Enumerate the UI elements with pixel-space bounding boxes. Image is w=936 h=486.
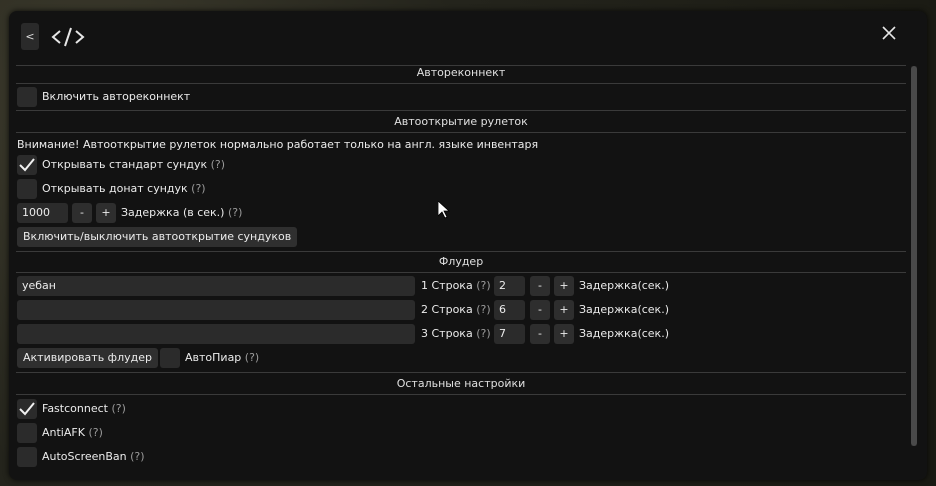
section-header-roulette: Автооткрытие рулеток xyxy=(394,115,528,128)
separator xyxy=(16,372,906,373)
toggle-autoopen-button[interactable]: Включить/выключить автооткрытие сундуков xyxy=(17,227,298,247)
separator xyxy=(16,394,906,395)
separator xyxy=(16,132,906,133)
flooder-delay-label: Задержка(сек.) xyxy=(579,279,669,292)
scrollbar-thumb[interactable] xyxy=(911,66,917,446)
flooder-row-label: 2 Строка xyxy=(421,303,473,316)
roulette-delay-input[interactable]: 1000 xyxy=(17,203,68,223)
roulette-delay-label-row: Задержка (в сек.) (?) xyxy=(121,206,242,219)
separator xyxy=(16,83,906,84)
separator xyxy=(16,110,906,111)
separator xyxy=(16,272,906,273)
titlebar: < xyxy=(9,11,927,63)
flooder-delay-minus-button[interactable]: - xyxy=(530,300,550,320)
help-hint[interactable]: (?) xyxy=(245,351,259,364)
help-hint[interactable]: (?) xyxy=(228,206,242,219)
flooder-delay-input-2[interactable]: 6 xyxy=(494,300,525,320)
autoreconnect-label: Включить автореконнект xyxy=(42,90,191,103)
section-header-other: Остальные настройки xyxy=(396,377,526,390)
flooder-delay-plus-button[interactable]: + xyxy=(554,276,574,296)
standard-chest-checkbox[interactable] xyxy=(17,155,37,175)
antiafk-checkbox[interactable] xyxy=(17,423,37,443)
flooder-text-input-1[interactable]: уебан xyxy=(17,276,415,296)
fastconnect-label-row: Fastconnect (?) xyxy=(42,402,126,415)
autoreconnect-checkbox[interactable] xyxy=(17,87,37,107)
flooder-text-input-2[interactable] xyxy=(17,300,415,320)
flooder-delay-input-1[interactable]: 2 xyxy=(494,276,525,296)
autoscreenban-checkbox[interactable] xyxy=(17,447,37,467)
checkmark-icon xyxy=(19,158,35,172)
autoscreenban-label: AutoScreenBan xyxy=(42,450,127,463)
back-button[interactable]: < xyxy=(21,23,39,50)
roulette-delay-label: Задержка (в сек.) xyxy=(121,206,225,219)
flooder-row-label-2-row: 2 Строка (?) xyxy=(421,303,491,316)
code-icon xyxy=(51,27,85,47)
flooder-delay-label: Задержка(сек.) xyxy=(579,327,669,340)
fastconnect-label: Fastconnect xyxy=(42,402,108,415)
help-hint[interactable]: (?) xyxy=(111,402,125,415)
help-hint[interactable]: (?) xyxy=(88,426,102,439)
donate-chest-label: Открывать донат сундук xyxy=(42,182,188,195)
roulette-delay-plus-button[interactable]: + xyxy=(96,203,116,223)
flooder-text-input-3[interactable] xyxy=(17,324,415,344)
flooder-delay-plus-button[interactable]: + xyxy=(554,324,574,344)
standard-chest-label-row: Открывать стандарт сундук (?) xyxy=(42,158,225,171)
fastconnect-checkbox[interactable] xyxy=(17,399,37,419)
flooder-delay-input-3[interactable]: 7 xyxy=(494,324,525,344)
flooder-row-label-1-row: 1 Строка (?) xyxy=(421,279,491,292)
section-header-flooder: Флудер xyxy=(438,255,484,268)
roulette-warning: Внимание! Автооткрытие рулеток нормально… xyxy=(17,138,539,151)
activate-flooder-button[interactable]: Активировать флудер xyxy=(17,348,158,368)
mouse-cursor-icon xyxy=(438,201,450,219)
settings-window: < Автореконнект Включить автореконнект А… xyxy=(9,11,927,480)
separator xyxy=(16,251,906,252)
flooder-row-label: 3 Строка xyxy=(421,327,473,340)
standard-chest-label: Открывать стандарт сундук xyxy=(42,158,208,171)
flooder-row-label: 1 Строка xyxy=(421,279,473,292)
donate-chest-checkbox[interactable] xyxy=(17,179,37,199)
help-hint[interactable]: (?) xyxy=(211,158,225,171)
flooder-delay-minus-button[interactable]: - xyxy=(530,324,550,344)
checkmark-icon xyxy=(19,402,35,416)
flooder-delay-minus-button[interactable]: - xyxy=(530,276,550,296)
flooder-row-label-3-row: 3 Строка (?) xyxy=(421,327,491,340)
autoscreenban-label-row: AutoScreenBan (?) xyxy=(42,450,145,463)
help-hint[interactable]: (?) xyxy=(130,450,144,463)
autopr-checkbox[interactable] xyxy=(160,348,180,368)
help-hint[interactable]: (?) xyxy=(476,303,490,316)
flooder-delay-plus-button[interactable]: + xyxy=(554,300,574,320)
flooder-delay-label: Задержка(сек.) xyxy=(579,303,669,316)
help-hint[interactable]: (?) xyxy=(191,182,205,195)
roulette-delay-minus-button[interactable]: - xyxy=(72,203,92,223)
help-hint[interactable]: (?) xyxy=(476,279,490,292)
help-hint[interactable]: (?) xyxy=(476,327,490,340)
autopr-label: АвтоПиар xyxy=(185,351,242,364)
section-header-autoreconnect: Автореконнект xyxy=(416,66,506,79)
settings-content: Автореконнект Включить автореконнект Авт… xyxy=(16,63,906,471)
antiafk-label: AntiAFK xyxy=(42,426,85,439)
antiafk-label-row: AntiAFK (?) xyxy=(42,426,103,439)
autopr-label-row: АвтоПиар (?) xyxy=(185,351,259,364)
close-icon[interactable] xyxy=(881,25,897,41)
donate-chest-label-row: Открывать донат сундук (?) xyxy=(42,182,206,195)
